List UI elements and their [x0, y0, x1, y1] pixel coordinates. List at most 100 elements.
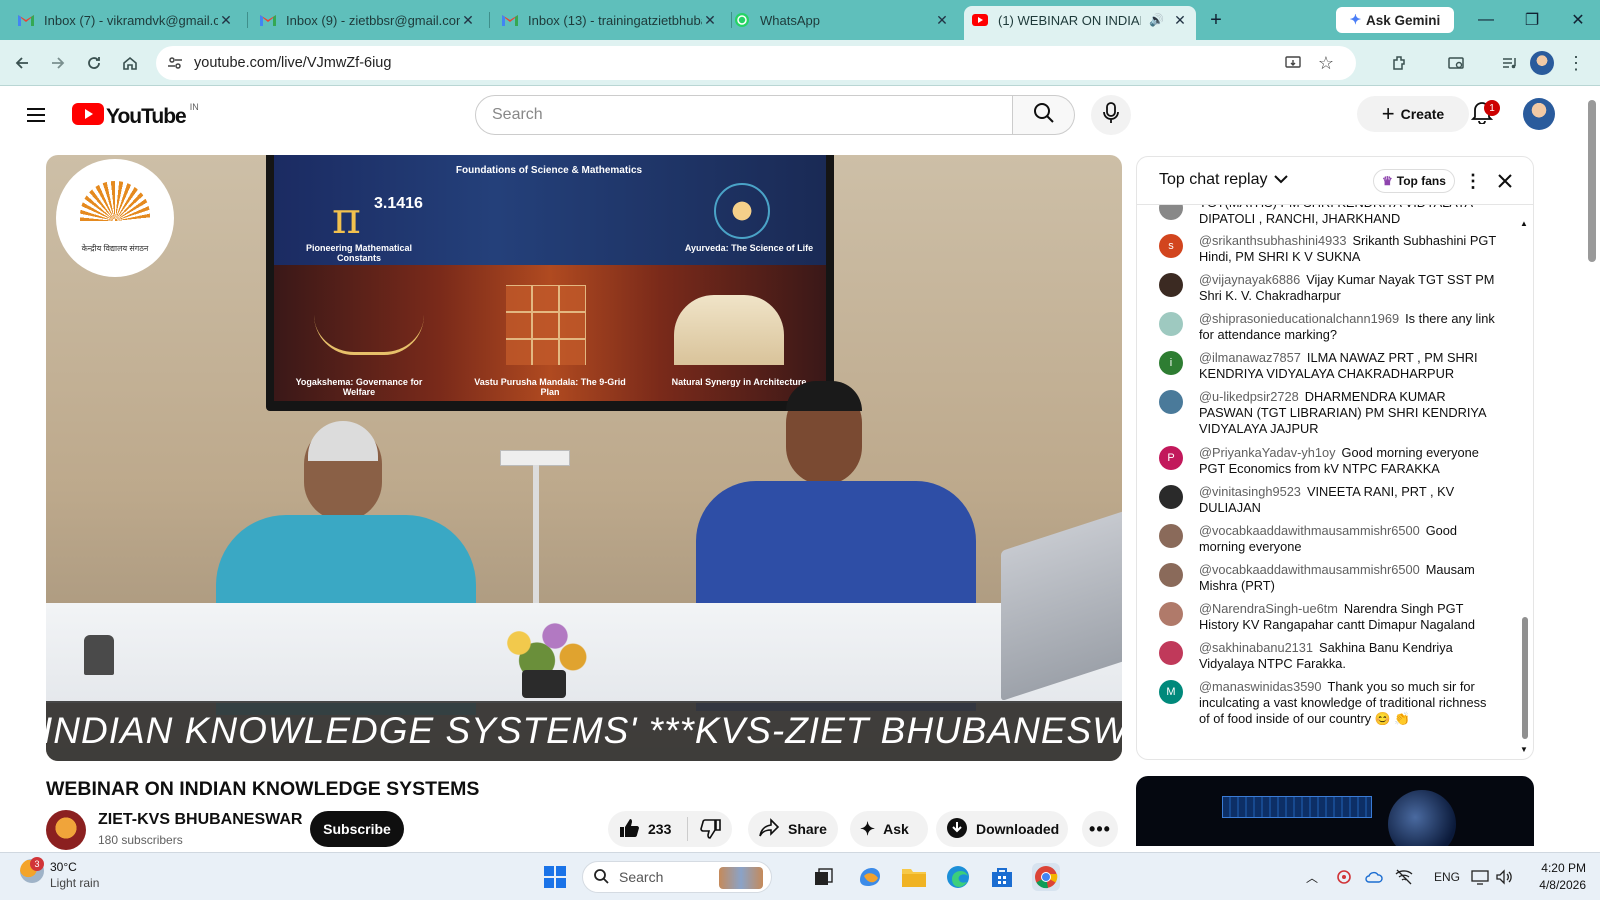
chat-message: @sakhinabanu2131 Sakhina Banu Kendriya Vi… — [1159, 640, 1499, 672]
bookmark-star-icon[interactable]: ☆ — [1318, 53, 1334, 74]
chat-avatar[interactable] — [1159, 602, 1183, 626]
chrome-icon[interactable] — [1032, 863, 1060, 891]
weather-widget[interactable]: 3 30°C Light rain — [20, 857, 99, 890]
page-scroll-thumb[interactable] — [1588, 100, 1596, 262]
chat-author[interactable]: @vocabkaaddawithmausammishr6500 — [1199, 562, 1420, 577]
chat-author[interactable]: @shiprasonieducationalchann1969 — [1199, 311, 1399, 326]
hamburger-menu-icon[interactable] — [24, 103, 48, 127]
more-actions-button[interactable]: ••• — [1082, 811, 1118, 847]
chat-author[interactable]: @vinitasingh9523 — [1199, 484, 1301, 499]
tab-search-icon[interactable] — [1444, 51, 1468, 75]
create-button[interactable]: + Create — [1357, 96, 1469, 132]
channel-avatar[interactable] — [46, 810, 86, 850]
chat-author[interactable]: @ilmanawaz7857 — [1199, 350, 1301, 365]
chat-avatar[interactable] — [1159, 524, 1183, 548]
browser-tab[interactable]: WhatsApp ✕ — [726, 6, 958, 34]
related-video-thumbnail[interactable] — [1136, 776, 1534, 846]
home-button[interactable] — [118, 51, 142, 75]
copilot-icon[interactable] — [856, 863, 884, 891]
subscribe-button[interactable]: Subscribe — [310, 811, 404, 847]
task-view-icon[interactable] — [810, 863, 838, 891]
chat-author[interactable]: @sakhinabanu2131 — [1199, 640, 1313, 655]
video-player[interactable]: Foundations of Science & Mathematics π 3… — [46, 155, 1122, 761]
account-avatar[interactable] — [1523, 98, 1555, 130]
chat-message: @u-likedpsir2728 DHARMENDRA KUMAR PASWAN … — [1159, 389, 1499, 437]
chat-avatar[interactable] — [1159, 563, 1183, 587]
profile-avatar[interactable] — [1530, 51, 1554, 75]
chat-avatar[interactable]: s — [1159, 234, 1183, 258]
browser-tab[interactable]: Inbox (7) - vikramdvk@gmail.co ✕ — [10, 6, 242, 34]
chat-avatar[interactable]: P — [1159, 446, 1183, 470]
extensions-icon[interactable] — [1388, 51, 1412, 75]
chat-author[interactable]: @vocabkaaddawithmausammishr6500 — [1199, 523, 1420, 538]
taskbar-search[interactable]: Search — [582, 861, 772, 893]
share-button[interactable]: Share — [748, 811, 838, 847]
input-language[interactable]: ENG — [1430, 867, 1464, 887]
chat-avatar[interactable]: M — [1159, 680, 1183, 704]
speaker-icon[interactable]: 🔊 — [1149, 13, 1164, 27]
tab-close-icon[interactable]: ✕ — [218, 12, 234, 29]
forward-button[interactable] — [46, 51, 70, 75]
file-explorer-icon[interactable] — [900, 863, 928, 891]
scroll-up-arrow-icon[interactable]: ▲ — [1520, 219, 1528, 228]
browser-tab-active[interactable]: (1) WEBINAR ON INDIAN K 🔊 ✕ — [964, 6, 1196, 40]
browser-tab[interactable]: Inbox (13) - trainingatzietbhuba ✕ — [494, 6, 726, 34]
ask-gemini-label: Ask Gemini — [1366, 12, 1441, 28]
address-bar[interactable]: youtube.com/live/VJmwZf-6iug ☆ — [156, 46, 1356, 80]
tab-close-icon[interactable]: ✕ — [460, 12, 476, 29]
security-icon[interactable] — [1334, 867, 1354, 887]
chat-message-text: @vinitasingh9523 VINEETA RANI, PRT , KV D… — [1199, 484, 1499, 516]
chat-author[interactable]: @PriyankaYadav-yh1oy — [1199, 445, 1336, 460]
media-control-icon[interactable] — [1498, 51, 1522, 75]
chat-avatar[interactable] — [1159, 312, 1183, 336]
chat-avatar[interactable] — [1159, 390, 1183, 414]
no-network-icon[interactable] — [1394, 867, 1414, 887]
chat-author[interactable]: @NarendraSingh-ue6tm — [1199, 601, 1338, 616]
ask-button[interactable]: ✦ Ask — [850, 811, 928, 847]
chat-scroll-thumb[interactable] — [1522, 617, 1528, 739]
download-button[interactable]: Downloaded — [936, 811, 1068, 847]
browser-menu-icon[interactable]: ⋮ — [1564, 51, 1588, 75]
reload-button[interactable] — [82, 51, 106, 75]
tab-close-icon[interactable]: ✕ — [934, 12, 950, 29]
display-icon[interactable] — [1470, 867, 1490, 887]
dislike-button[interactable] — [700, 818, 722, 843]
minimize-button[interactable]: — — [1474, 8, 1498, 32]
onedrive-icon[interactable] — [1364, 867, 1384, 887]
tab-close-icon[interactable]: ✕ — [702, 12, 718, 29]
chat-avatar[interactable] — [1159, 273, 1183, 297]
voice-search-button[interactable] — [1091, 95, 1131, 135]
search-button[interactable] — [1013, 95, 1075, 135]
chat-avatar[interactable] — [1159, 485, 1183, 509]
windows-start-icon[interactable] — [543, 865, 567, 889]
chat-author[interactable]: @vijaynayak6886 — [1199, 272, 1300, 287]
like-button[interactable]: 233 — [618, 817, 671, 842]
microsoft-store-icon[interactable] — [988, 863, 1016, 891]
chat-author[interactable]: @u-likedpsir2728 — [1199, 389, 1299, 404]
youtube-logo[interactable]: YouTube IN — [72, 102, 199, 130]
restore-button[interactable]: ❐ — [1520, 8, 1544, 32]
chat-avatar[interactable]: i — [1159, 351, 1183, 375]
close-window-button[interactable]: ✕ — [1566, 8, 1590, 32]
install-app-icon[interactable] — [1284, 54, 1302, 77]
browser-tab[interactable]: Inbox (9) - zietbbsr@gmail.com ✕ — [252, 6, 484, 34]
volume-icon[interactable] — [1494, 867, 1514, 887]
edge-icon[interactable] — [944, 863, 972, 891]
top-fans-button[interactable]: ♛ Top fans — [1373, 169, 1455, 193]
chat-menu-icon[interactable]: ⋮ — [1463, 171, 1483, 191]
chat-author[interactable]: @manaswinidas3590 — [1199, 679, 1322, 694]
chat-avatar[interactable] — [1159, 641, 1183, 665]
site-info-icon[interactable] — [166, 54, 184, 77]
search-input[interactable]: Search — [475, 95, 1013, 135]
back-button[interactable] — [10, 51, 34, 75]
ask-gemini-button[interactable]: ✦ Ask Gemini — [1336, 7, 1454, 33]
close-chat-icon[interactable] — [1493, 169, 1517, 193]
scroll-down-arrow-icon[interactable]: ▼ — [1520, 745, 1528, 754]
chat-author[interactable]: @srikanthsubhashini4933 — [1199, 233, 1346, 248]
tab-close-icon[interactable]: ✕ — [1172, 12, 1188, 29]
taskbar-clock[interactable]: 4:20 PM 4/8/2026 — [1518, 860, 1586, 894]
chevron-up-icon[interactable]: ︿ — [1302, 867, 1322, 887]
new-tab-button[interactable]: + — [1204, 8, 1228, 32]
channel-name[interactable]: ZIET-KVS BHUBANESWAR — [98, 811, 302, 829]
chat-mode-dropdown[interactable]: Top chat replay — [1159, 171, 1288, 189]
